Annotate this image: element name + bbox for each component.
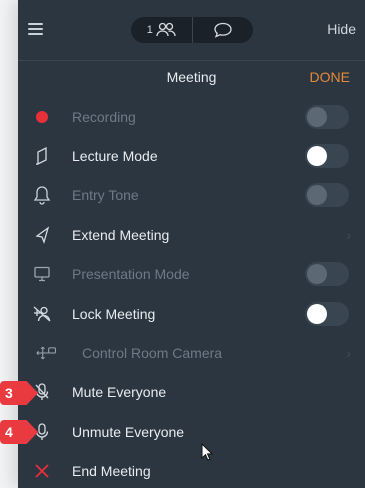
participants-count: 1: [146, 24, 153, 36]
done-button[interactable]: DONE: [310, 69, 350, 85]
row-mute-everyone[interactable]: Mute Everyone: [18, 373, 365, 412]
row-lock-meeting[interactable]: Lock Meeting: [18, 294, 365, 333]
mute-everyone-label: Mute Everyone: [72, 384, 167, 401]
participants-button[interactable]: 1: [131, 17, 193, 43]
lecture-flag-icon: [31, 145, 53, 167]
monitor-icon: [31, 263, 53, 285]
chat-button[interactable]: [193, 17, 254, 43]
lecture-mode-toggle[interactable]: [305, 144, 349, 169]
meeting-options-list: Recording Lecture Mode Entry Tone Extend…: [18, 97, 365, 488]
row-recording: Recording: [18, 97, 365, 136]
lecture-mode-label: Lecture Mode: [72, 148, 158, 165]
lock-person-icon: [31, 303, 53, 325]
control-room-camera-label: Control Room Camera: [82, 345, 223, 362]
lock-meeting-label: Lock Meeting: [72, 305, 156, 322]
people-icon: [156, 22, 176, 37]
row-extend-meeting[interactable]: Extend Meeting ›: [18, 215, 365, 254]
entry-tone-label: Entry Tone: [72, 187, 139, 204]
chevron-right-icon: ›: [346, 345, 351, 362]
entry-tone-toggle[interactable]: [305, 183, 349, 208]
record-dot-icon: [31, 106, 53, 128]
recording-toggle[interactable]: [305, 104, 349, 129]
row-unmute-everyone[interactable]: Unmute Everyone: [18, 412, 365, 451]
hide-button[interactable]: Hide: [327, 21, 356, 37]
row-end-meeting[interactable]: End Meeting: [18, 452, 365, 488]
meeting-panel: 1 Hide Meeting DONE Recording Lecture Mo…: [18, 0, 365, 488]
bell-icon: [31, 184, 53, 206]
row-entry-tone: Entry Tone: [18, 176, 365, 215]
presentation-mode-toggle[interactable]: [305, 262, 349, 287]
row-lecture-mode[interactable]: Lecture Mode: [18, 136, 365, 175]
presentation-mode-label: Presentation Mode: [72, 266, 190, 283]
chat-bubble-icon: [214, 22, 232, 38]
extend-arrow-icon: [31, 224, 53, 246]
camera-control-icon: [36, 342, 58, 364]
row-presentation-mode: Presentation Mode: [18, 255, 365, 294]
view-switcher: 1: [131, 17, 253, 43]
unmute-everyone-label: Unmute Everyone: [72, 423, 185, 440]
hamburger-menu-icon[interactable]: [28, 23, 43, 35]
top-bar: 1 Hide: [18, 0, 365, 60]
meeting-header: Meeting DONE: [18, 61, 365, 97]
recording-label: Recording: [72, 108, 136, 125]
lock-meeting-toggle[interactable]: [305, 301, 349, 326]
row-control-room-camera: Control Room Camera ›: [18, 333, 365, 372]
extend-meeting-label: Extend Meeting: [72, 226, 170, 243]
end-meeting-label: End Meeting: [72, 463, 151, 480]
chevron-right-icon: ›: [346, 226, 351, 243]
close-x-icon: [31, 460, 53, 482]
mouse-cursor-icon: [201, 442, 214, 466]
